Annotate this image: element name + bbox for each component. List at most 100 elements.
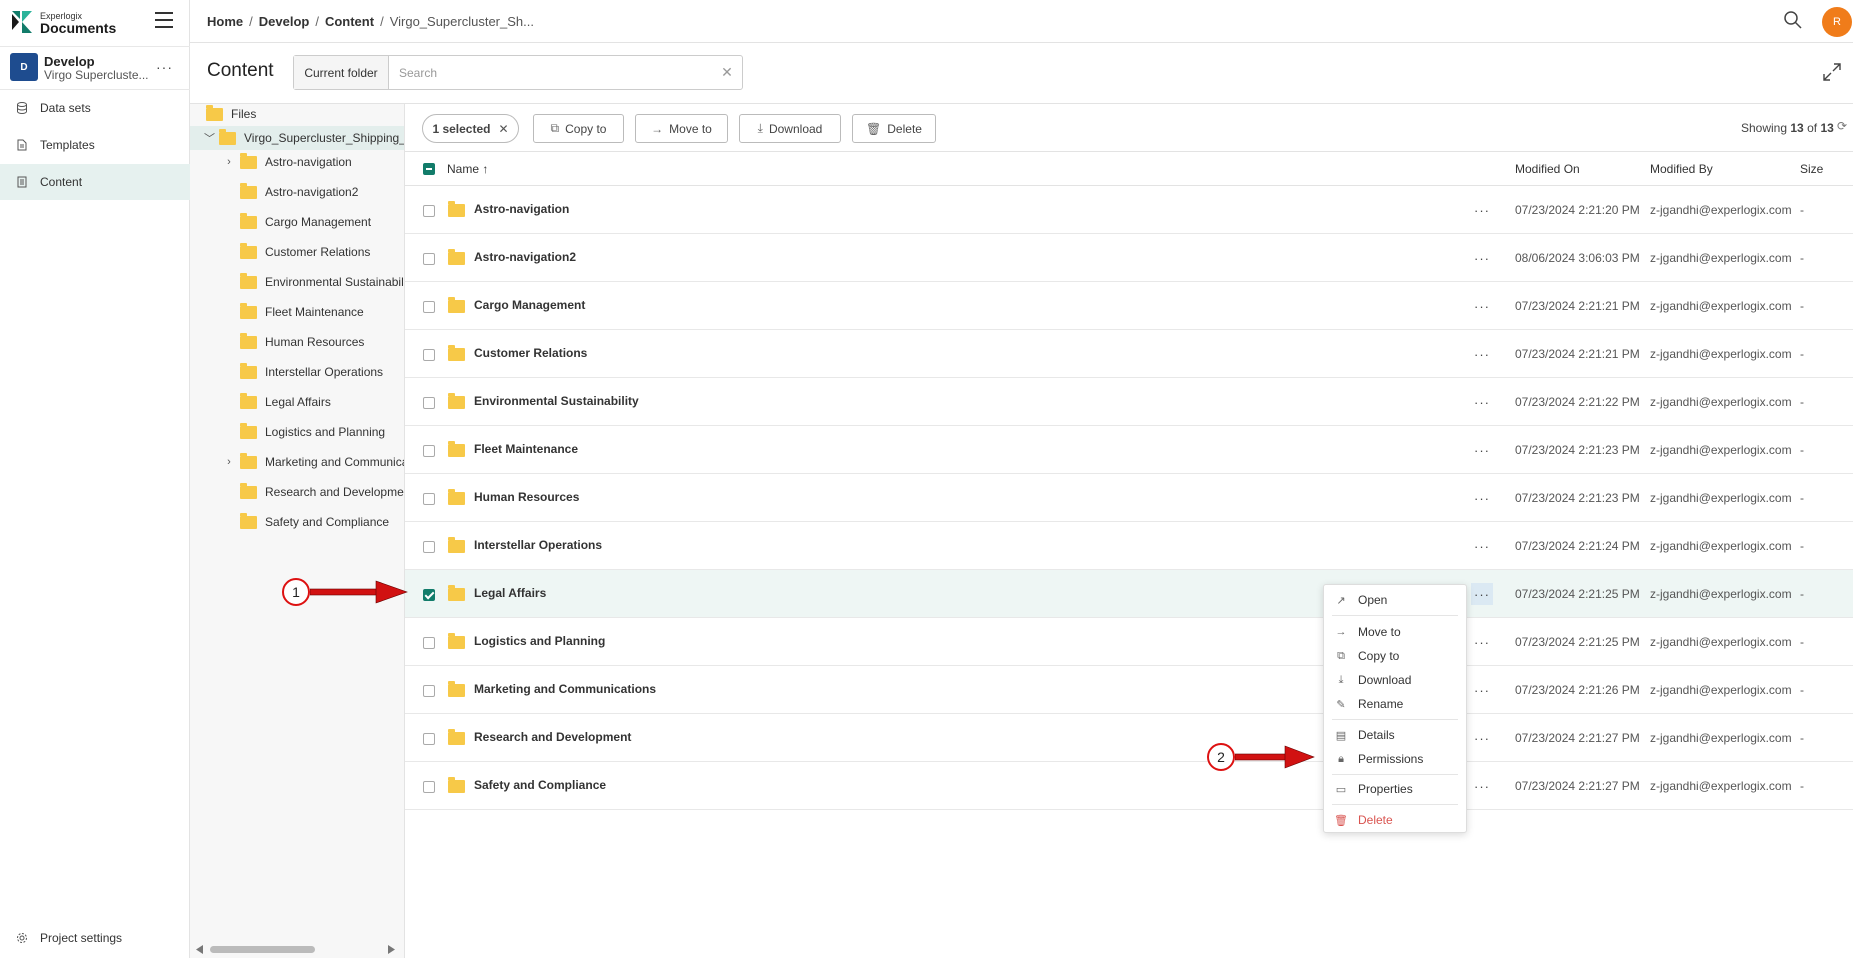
nav-item-data-sets[interactable]: Data sets xyxy=(0,90,190,126)
row-name[interactable]: Research and Development xyxy=(474,730,631,744)
menu-copy-to[interactable]: ⧉ Copy to xyxy=(1324,645,1466,667)
nav-item-templates[interactable]: Templates xyxy=(0,127,190,163)
row-checkbox[interactable] xyxy=(423,397,435,409)
chevron-down-icon[interactable]: ﹀ xyxy=(204,130,215,146)
tree-item[interactable]: › Marketing and Communicati xyxy=(222,450,404,474)
row-checkbox[interactable] xyxy=(423,637,435,649)
table-row[interactable]: Cargo Management ··· 07/23/2024 2:21:21 PM… xyxy=(405,282,1853,330)
row-name[interactable]: Interstellar Operations xyxy=(474,538,602,552)
search-scope-button[interactable]: Current folder xyxy=(294,56,389,89)
row-more-icon[interactable]: ··· xyxy=(1471,679,1493,701)
row-more-icon[interactable]: ··· xyxy=(1471,199,1493,221)
table-row[interactable]: Marketing and Communications ··· 07/23/202… xyxy=(405,666,1853,714)
scroll-right-icon[interactable] xyxy=(388,945,396,954)
select-all-checkbox[interactable] xyxy=(423,163,435,175)
refresh-icon[interactable]: ⟳ xyxy=(1837,119,1847,133)
table-row[interactable]: Human Resources ··· 07/23/2024 2:21:23 PM z… xyxy=(405,474,1853,522)
scroll-left-icon[interactable] xyxy=(196,945,204,954)
row-more-icon[interactable]: ··· xyxy=(1471,727,1493,749)
move-to-button[interactable]: → Move to xyxy=(635,114,728,143)
breadcrumb-develop[interactable]: Develop xyxy=(259,14,310,29)
menu-delete[interactable]: 🗑 Delete xyxy=(1324,809,1466,831)
chevron-right-icon[interactable]: › xyxy=(222,456,236,468)
row-more-icon[interactable]: ··· xyxy=(1471,343,1493,365)
table-row[interactable]: Environmental Sustainability ··· 07/23/202… xyxy=(405,378,1853,426)
tree-horizontal-scrollbar[interactable] xyxy=(196,944,396,954)
table-row[interactable]: Customer Relations ··· 07/23/2024 2:21:21 … xyxy=(405,330,1853,378)
row-checkbox[interactable] xyxy=(423,445,435,457)
table-row[interactable]: Astro-navigation2 ··· 08/06/2024 3:06:03 P… xyxy=(405,234,1853,282)
row-name[interactable]: Logistics and Planning xyxy=(474,634,605,648)
table-row[interactable]: Astro-navigation ··· 07/23/2024 2:21:20 PM… xyxy=(405,186,1853,234)
row-name[interactable]: Environmental Sustainability xyxy=(474,394,639,408)
project-more-icon[interactable]: ··· xyxy=(156,59,173,75)
row-more-icon[interactable]: ··· xyxy=(1471,439,1493,461)
row-checkbox[interactable] xyxy=(423,541,435,553)
column-size[interactable]: Size xyxy=(1800,162,1823,176)
delete-button[interactable]: 🗑 Delete xyxy=(852,114,936,143)
row-checkbox[interactable] xyxy=(423,253,435,265)
tree-item[interactable]: Cargo Management xyxy=(240,210,371,234)
expand-icon[interactable] xyxy=(1822,62,1842,82)
nav-item-content[interactable]: Content xyxy=(0,164,190,200)
tree-item[interactable]: Legal Affairs xyxy=(240,390,331,414)
app-logo[interactable]: Experlogix Documents xyxy=(12,10,116,35)
tree-item[interactable]: Interstellar Operations xyxy=(240,360,383,384)
row-more-icon[interactable]: ··· xyxy=(1471,535,1493,557)
row-more-icon[interactable]: ··· xyxy=(1471,487,1493,509)
row-more-icon[interactable]: ··· xyxy=(1471,391,1493,413)
tree-item[interactable]: Environmental Sustainability xyxy=(240,270,404,294)
breadcrumb-content[interactable]: Content xyxy=(325,14,374,29)
row-more-icon[interactable]: ··· xyxy=(1471,583,1493,605)
tree-item[interactable]: Safety and Compliance xyxy=(240,510,389,534)
row-checkbox[interactable] xyxy=(423,205,435,217)
menu-download[interactable]: ⤓ Download xyxy=(1324,669,1466,691)
tree-root-files[interactable]: Files xyxy=(206,104,256,126)
clear-search-icon[interactable]: ✕ xyxy=(712,56,742,89)
copy-to-button[interactable]: ⧉ Copy to xyxy=(533,114,624,143)
row-name[interactable]: Human Resources xyxy=(474,490,579,504)
table-row[interactable]: Legal Affairs ··· 07/23/2024 2:21:25 PM z-j… xyxy=(405,570,1853,618)
row-name[interactable]: Astro-navigation xyxy=(474,202,569,216)
row-checkbox[interactable] xyxy=(423,301,435,313)
row-more-icon[interactable]: ··· xyxy=(1471,247,1493,269)
row-more-icon[interactable]: ··· xyxy=(1471,775,1493,797)
row-name[interactable]: Fleet Maintenance xyxy=(474,442,578,456)
menu-toggle-icon[interactable] xyxy=(155,12,173,28)
menu-move-to[interactable]: → Move to xyxy=(1324,621,1466,643)
table-row[interactable]: Fleet Maintenance ··· 07/23/2024 2:21:23 P… xyxy=(405,426,1853,474)
tree-item[interactable]: › Astro-navigation xyxy=(222,150,352,174)
column-name[interactable]: Name ↑ xyxy=(447,162,488,176)
row-checkbox[interactable] xyxy=(423,685,435,697)
table-row[interactable]: Logistics and Planning ··· 07/23/2024 2:21… xyxy=(405,618,1853,666)
row-checkbox[interactable] xyxy=(423,589,435,601)
clear-selection-icon[interactable]: ✕ xyxy=(498,122,508,136)
menu-permissions[interactable]: 🔒︎ Permissions xyxy=(1324,748,1466,770)
search-icon[interactable] xyxy=(1783,10,1803,30)
column-modified-by[interactable]: Modified By xyxy=(1650,162,1713,176)
project-settings-link[interactable]: Project settings xyxy=(0,928,190,948)
tree-item[interactable]: Human Resources xyxy=(240,330,364,354)
tree-folder-virgo[interactable]: ﹀ Virgo_Supercluster_Shipping_S xyxy=(190,126,404,150)
menu-rename[interactable]: ✎ Rename xyxy=(1324,693,1466,715)
tree-item[interactable]: Astro-navigation2 xyxy=(240,180,358,204)
row-name[interactable]: Customer Relations xyxy=(474,346,587,360)
row-checkbox[interactable] xyxy=(423,493,435,505)
row-checkbox[interactable] xyxy=(423,733,435,745)
row-name[interactable]: Cargo Management xyxy=(474,298,585,312)
table-row[interactable]: Safety and Compliance ··· 07/23/2024 2:21:… xyxy=(405,762,1853,810)
download-button[interactable]: ⤓ Download xyxy=(739,114,841,143)
menu-details[interactable]: ▤ Details xyxy=(1324,724,1466,746)
tree-item[interactable]: Customer Relations xyxy=(240,240,370,264)
row-checkbox[interactable] xyxy=(423,781,435,793)
column-modified-on[interactable]: Modified On xyxy=(1515,162,1580,176)
tree-item[interactable]: Fleet Maintenance xyxy=(240,300,364,324)
row-more-icon[interactable]: ··· xyxy=(1471,295,1493,317)
row-more-icon[interactable]: ··· xyxy=(1471,631,1493,653)
tree-item[interactable]: Research and Development xyxy=(240,480,404,504)
user-avatar[interactable]: R xyxy=(1822,7,1852,37)
table-row[interactable]: Research and Development ··· 07/23/2024 2:… xyxy=(405,714,1853,762)
row-name[interactable]: Safety and Compliance xyxy=(474,778,606,792)
breadcrumb-home[interactable]: Home xyxy=(207,14,243,29)
menu-properties[interactable]: ▭ Properties xyxy=(1324,778,1466,800)
